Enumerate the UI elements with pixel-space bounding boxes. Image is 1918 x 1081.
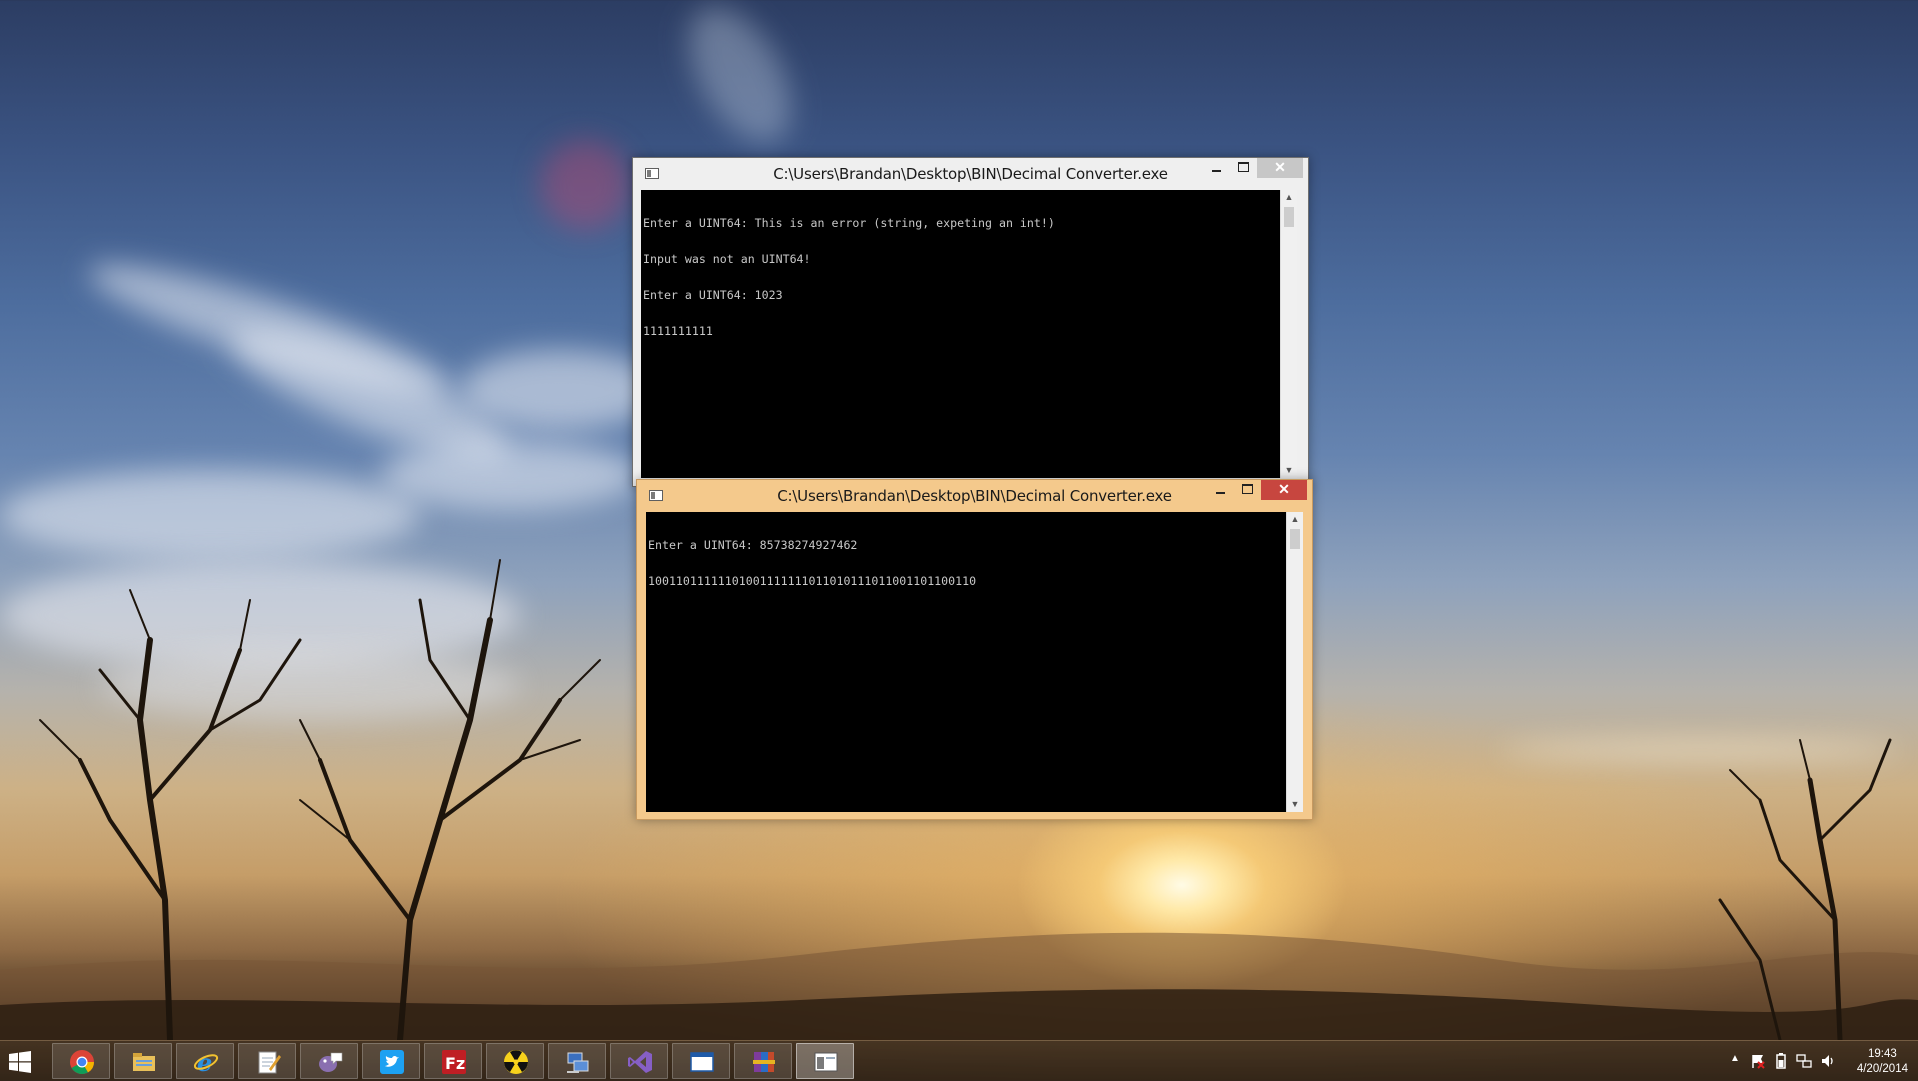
taskbar-console-app-button[interactable] [796,1043,854,1079]
close-button[interactable]: ✕ [1257,158,1303,178]
close-button[interactable]: ✕ [1261,480,1307,500]
internet-explorer-icon: e [193,1049,219,1075]
title-bar[interactable]: C:\Users\Brandan\Desktop\BIN\Decimal Con… [633,158,1308,190]
console-line: Enter a UINT64: 85738274927462 [648,538,858,552]
windows-logo-icon[interactable] [8,1050,32,1074]
scroll-down-arrow-icon[interactable]: ▼ [1281,463,1297,478]
svg-text:e: e [197,1049,212,1075]
maximize-button[interactable] [1230,158,1257,178]
taskbar-window-button[interactable] [672,1043,730,1079]
vertical-scrollbar[interactable]: ▲ ▼ [1280,190,1297,478]
taskbar-visual-studio-button[interactable] [610,1043,668,1079]
console-window-2[interactable]: C:\Users\Brandan\Desktop\BIN\Decimal Con… [636,479,1313,820]
taskbar-file-explorer-button[interactable] [114,1043,172,1079]
console-app-icon [814,1052,838,1072]
pidgin-icon [319,1052,343,1072]
vertical-scrollbar[interactable]: ▲ ▼ [1286,512,1303,812]
scrollbar-thumb[interactable] [1284,207,1294,227]
minimize-button[interactable] [1203,158,1230,178]
taskbar-filezilla-button[interactable]: Fz [424,1043,482,1079]
twitter-icon [380,1050,404,1074]
show-hidden-icons-chevron-icon[interactable]: ▲ [1730,1053,1740,1064]
network-icon[interactable] [1796,1053,1812,1069]
scroll-down-arrow-icon[interactable]: ▼ [1287,797,1303,812]
minimize-button[interactable] [1207,480,1234,500]
taskbar-twitter-button[interactable] [362,1043,420,1079]
clock-time: 19:43 [1868,1048,1897,1060]
system-tray: ▲ 19:43 4/20/2014 [1720,1041,1918,1081]
console-window-1[interactable]: C:\Users\Brandan\Desktop\BIN\Decimal Con… [632,157,1309,487]
console-line: Input was not an UINT64! [643,252,811,266]
taskbar: e Fz ▲ 19:43 4/20/2014 [0,1040,1918,1081]
visual-studio-icon [628,1051,652,1073]
taskbar-chrome-button[interactable] [52,1043,110,1079]
winrar-icon [753,1052,775,1072]
volume-icon[interactable] [1820,1053,1836,1069]
notepad-icon [258,1051,281,1074]
taskbar-pidgin-button[interactable] [300,1043,358,1079]
maximize-button[interactable] [1234,480,1261,500]
taskbar-radiation-app-button[interactable] [486,1043,544,1079]
file-explorer-icon [133,1053,155,1071]
taskbar-winrar-button[interactable] [734,1043,792,1079]
radiation-app-icon [504,1050,528,1074]
console-output[interactable]: Enter a UINT64: 85738274927462 100110111… [646,512,1286,812]
taskbar-internet-explorer-button[interactable]: e [176,1043,234,1079]
scrollbar-thumb[interactable] [1290,529,1300,549]
title-bar[interactable]: C:\Users\Brandan\Desktop\BIN\Decimal Con… [637,480,1312,512]
taskbar-notepad-button[interactable] [238,1043,296,1079]
console-output[interactable]: Enter a UINT64: This is an error (string… [641,190,1280,478]
console-line: 1001101111110100111111101101011101100110… [648,574,977,588]
blank-window-icon [690,1052,714,1072]
filezilla-icon: Fz [442,1050,466,1074]
scroll-up-arrow-icon[interactable]: ▲ [1281,190,1297,205]
network-computer-icon [567,1052,589,1073]
chrome-icon [70,1050,94,1075]
flag-icon[interactable] [1750,1053,1766,1069]
clock[interactable]: 19:43 4/20/2014 [1857,1047,1908,1077]
scroll-up-arrow-icon[interactable]: ▲ [1287,512,1303,527]
power-icon[interactable] [1774,1053,1788,1069]
console-line: Enter a UINT64: This is an error (string… [643,216,1055,230]
svg-text:Fz: Fz [445,1054,465,1073]
console-line: Enter a UINT64: 1023 [643,288,783,302]
console-line: 1111111111 [643,324,713,338]
taskbar-network-button[interactable] [548,1043,606,1079]
clock-date: 4/20/2014 [1856,1063,1908,1075]
